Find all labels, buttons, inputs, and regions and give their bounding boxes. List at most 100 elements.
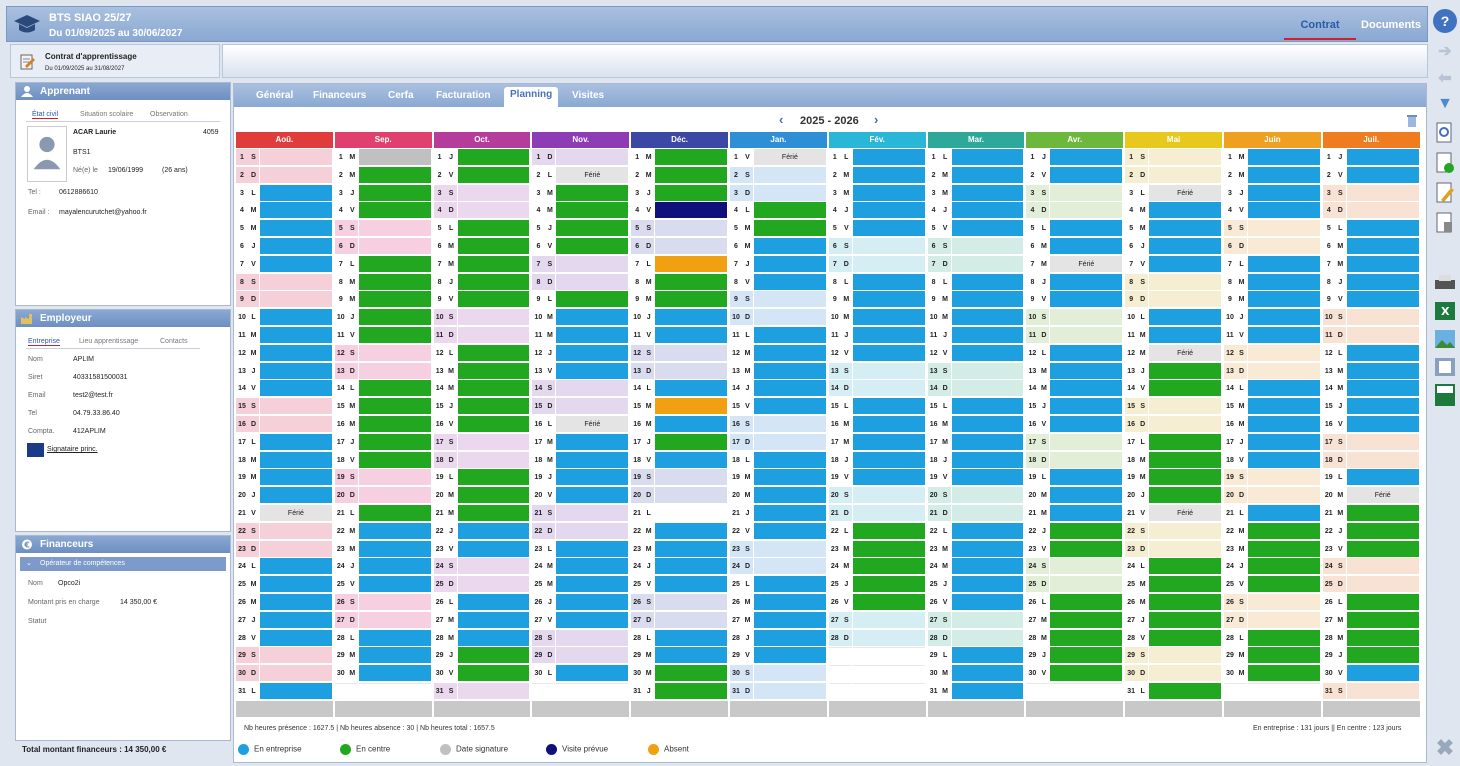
day-cell[interactable] [1248,398,1320,416]
day-cell[interactable] [358,309,431,327]
day-cell[interactable] [951,451,1024,469]
day-cell[interactable] [1050,629,1123,647]
day-cell[interactable] [556,629,629,647]
day-cell[interactable] [1346,362,1419,380]
day-cell[interactable] [457,594,530,611]
day-cell[interactable] [951,291,1024,309]
signataire-link[interactable]: Signataire princ. [47,446,98,453]
day-cell[interactable] [358,540,431,558]
day-cell[interactable] [260,398,332,416]
day-cell[interactable] [1050,416,1123,433]
day-cell[interactable] [1149,487,1221,505]
day-cell[interactable] [655,469,727,487]
day-cell[interactable] [1248,362,1320,380]
contract-item[interactable]: Contrat d'apprentissage Du 01/09/2025 au… [10,44,220,78]
day-cell[interactable] [655,398,727,416]
day-cell[interactable] [852,202,925,220]
day-cell[interactable] [1149,202,1221,220]
day-cell[interactable] [754,184,826,202]
day-cell[interactable] [1050,647,1123,665]
day-cell[interactable] [1248,416,1320,433]
day-cell[interactable] [1248,327,1320,344]
day-cell[interactable] [457,433,530,451]
tab-etat-civil[interactable]: État civil [32,111,59,119]
day-cell[interactable] [260,433,332,451]
day-cell[interactable] [754,380,826,398]
day-cell[interactable] [358,149,431,166]
day-cell[interactable] [1346,611,1419,629]
day-cell[interactable] [655,184,727,202]
day-cell[interactable] [358,665,431,683]
day-cell[interactable] [655,362,727,380]
day-cell[interactable] [655,558,727,576]
day-cell[interactable] [556,291,629,309]
day-cell[interactable] [1149,273,1221,291]
day-cell[interactable] [951,398,1024,416]
day-cell[interactable] [951,469,1024,487]
day-cell[interactable] [754,469,826,487]
day-cell[interactable] [852,647,925,665]
day-cell[interactable] [1346,629,1419,647]
day-cell[interactable] [852,380,925,398]
day-cell[interactable] [1149,380,1221,398]
day-cell[interactable] [457,576,530,594]
arrow-left-icon[interactable]: ⬅ [1433,66,1457,90]
day-cell[interactable] [852,451,925,469]
day-cell[interactable]: Férié [1050,255,1123,273]
day-cell[interactable] [951,220,1024,238]
day-cell[interactable] [260,220,332,238]
day-cell[interactable] [260,202,332,220]
day-cell[interactable] [1050,594,1123,611]
day-cell[interactable] [754,505,826,522]
day-cell[interactable] [951,327,1024,344]
day-cell[interactable] [1346,665,1419,683]
day-cell[interactable] [951,416,1024,433]
day-cell[interactable] [260,166,332,184]
day-cell[interactable] [358,184,431,202]
day-cell[interactable]: Férié [1149,344,1221,362]
day-cell[interactable] [852,683,925,700]
day-cell[interactable] [1149,647,1221,665]
day-cell[interactable] [1050,665,1123,683]
day-cell[interactable] [1050,202,1123,220]
day-cell[interactable] [1050,451,1123,469]
day-cell[interactable] [358,522,431,540]
day-cell[interactable] [1050,184,1123,202]
day-cell[interactable] [951,433,1024,451]
day-cell[interactable] [457,665,530,683]
day-cell[interactable] [852,309,925,327]
day-cell[interactable] [1149,309,1221,327]
day-cell[interactable] [1248,451,1320,469]
day-cell[interactable] [1346,327,1419,344]
day-cell[interactable] [556,433,629,451]
day-cell[interactable] [457,291,530,309]
day-cell[interactable] [457,202,530,220]
day-cell[interactable] [754,238,826,255]
day-cell[interactable] [1149,629,1221,647]
day-cell[interactable] [457,309,530,327]
day-cell[interactable] [852,291,925,309]
day-cell[interactable] [1346,291,1419,309]
day-cell[interactable] [1248,611,1320,629]
day-cell[interactable] [1149,665,1221,683]
day-cell[interactable] [1050,344,1123,362]
day-cell[interactable] [556,255,629,273]
day-cell[interactable] [1149,522,1221,540]
day-cell[interactable] [1346,505,1419,522]
day-cell[interactable] [754,273,826,291]
day-cell[interactable] [1248,344,1320,362]
tab-observation[interactable]: Observation [150,111,188,118]
day-cell[interactable] [951,594,1024,611]
day-cell[interactable] [1149,220,1221,238]
day-cell[interactable] [852,558,925,576]
image-icon[interactable] [1433,327,1457,351]
day-cell[interactable] [556,469,629,487]
tab-documents[interactable]: Documents [1355,19,1427,31]
day-cell[interactable] [655,273,727,291]
day-cell[interactable] [457,683,530,700]
day-cell[interactable] [951,487,1024,505]
day-cell[interactable] [655,202,727,220]
day-cell[interactable] [951,273,1024,291]
day-cell[interactable] [260,594,332,611]
day-cell[interactable] [1149,540,1221,558]
